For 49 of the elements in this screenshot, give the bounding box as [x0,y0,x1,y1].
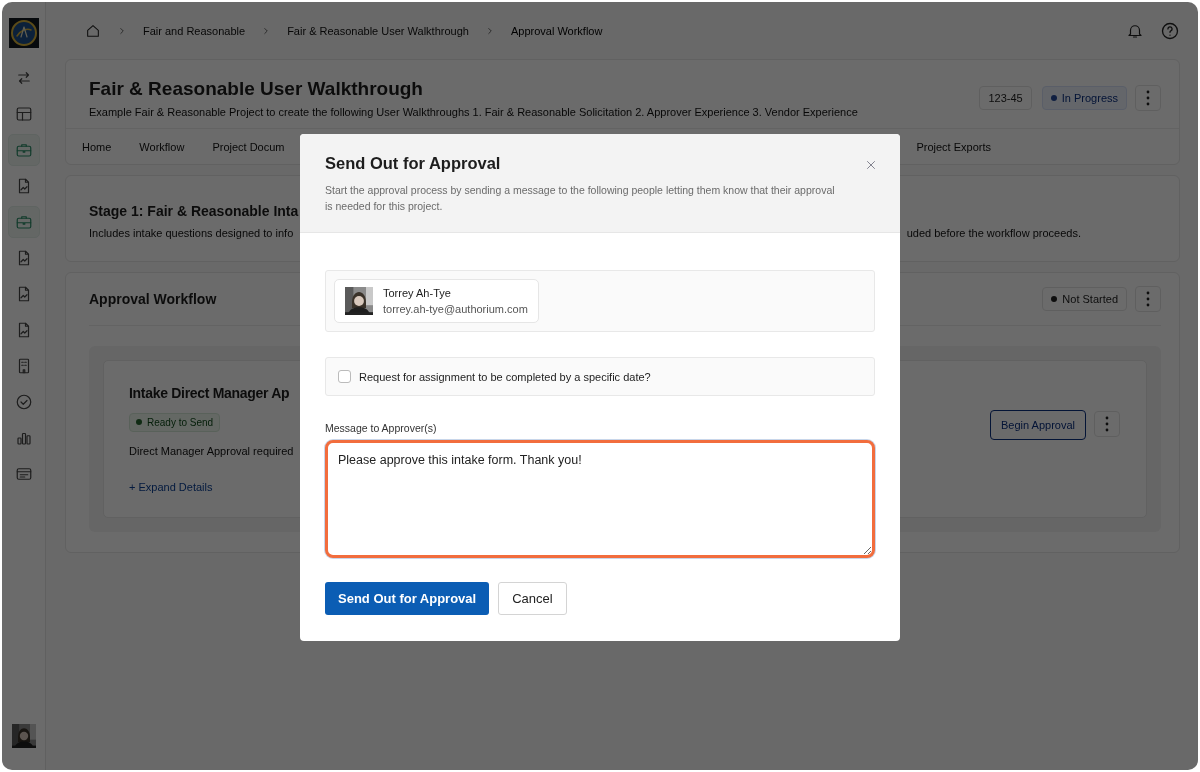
more-options-button[interactable] [1135,85,1161,111]
breadcrumb-link[interactable]: Approval Workflow [510,24,603,37]
help-icon[interactable] [1160,20,1180,41]
tab[interactable]: Project Docum [202,140,295,153]
chevron-right-icon [117,25,127,36]
home-icon[interactable] [85,22,101,39]
step-title: Intake Direct Manager Ap [129,385,290,401]
check-circle-icon [14,393,33,411]
recipient-name: Torrey Ah-Tye [383,287,452,299]
status-badge: Not Started [1042,287,1127,311]
card-list-icon [14,465,33,483]
close-icon [864,158,878,172]
dialog-description: Start the approval process by sending a message to the following people letting them know that their approval is needed for this project. [325,183,836,214]
field-label: Message to Approver(s) [325,422,438,434]
project-description: Example Fair & Reasonable Project to create the following User Walkthroughs 1. Fair & Reasonable Solicitation 2. Approver Experience 3. Vendor Experience [89,106,859,118]
logo-icon[interactable] [8,18,39,48]
sidebar-item[interactable] [7,134,40,166]
tab[interactable]: Project Exports [906,140,1001,153]
begin-approval-button[interactable]: Begin Approval [990,410,1086,440]
send-button[interactable]: Send Out for Approval [325,582,490,615]
recipient-email: torrey.ah-tye@authorium.com [383,303,528,315]
checkbox-label: Request for assignment to be completed by a specific date? [359,370,651,383]
message-field[interactable]: Please approve this intake form. Thank you! [325,440,875,558]
stage-description: Includes intake questions designed to info [89,227,294,239]
sidebar-item[interactable] [7,206,40,238]
breadcrumb-link[interactable]: Fair & Reasonable User Walkthrough [287,24,469,37]
briefcase-icon [14,213,33,231]
layout-icon [14,105,33,123]
status-badge: In Progress [1041,86,1127,110]
step-description: Direct Manager Approval required [129,444,294,457]
section-title: Approval Workflow [89,291,217,307]
stage-description: uded before the workflow proceeds. [906,227,1081,239]
stage-title: Stage 1: Fair & Reasonable Inta [89,203,299,219]
checkbox[interactable] [338,370,351,383]
briefcase-icon [14,141,33,159]
more-options-button[interactable] [1094,411,1120,437]
vertical-dots-icon [1105,416,1109,432]
breadcrumb-link[interactable]: Fair and Reasonable [143,24,246,37]
cancel-button[interactable]: Cancel [498,582,567,615]
more-options-button[interactable] [1135,286,1161,312]
tab[interactable]: Workflow [129,140,195,153]
tab[interactable]: Home [72,140,122,153]
project-id: 123-45 [979,86,1032,110]
expand-details-link[interactable]: + Expand Details [129,480,213,493]
vertical-dots-icon [1146,90,1150,106]
status-badge: Ready to Send [129,412,221,432]
vertical-dots-icon [1146,291,1150,307]
project-title: Fair & Reasonable User Walkthrough [89,78,423,100]
dialog-title: Send Out for Approval [325,154,501,173]
